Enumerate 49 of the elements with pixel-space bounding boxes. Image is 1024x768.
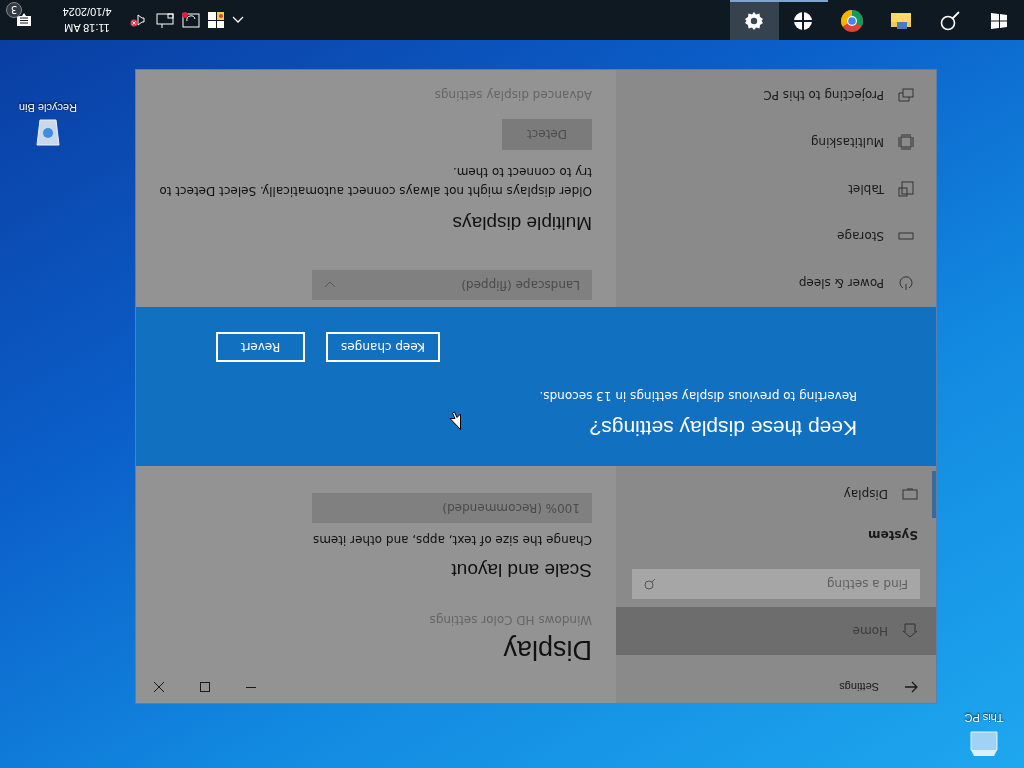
page-heading: Display: [502, 634, 592, 665]
sync-icon[interactable]: [182, 12, 200, 28]
muted-speaker-icon[interactable]: [130, 12, 148, 28]
home-icon: [902, 623, 918, 639]
folder-icon: [890, 12, 913, 30]
back-arrow-icon[interactable]: [904, 681, 918, 693]
nav-item[interactable]: Power & sleep: [616, 260, 936, 307]
notifications-icon[interactable]: [16, 12, 32, 28]
section-heading: Scale and layout: [450, 559, 592, 581]
description-text: Older displays might not always connect automatically. Select Detect to try to connect to them.: [158, 164, 592, 200]
clock[interactable]: 11:18 AM 4/10/2024: [48, 4, 126, 36]
search-icon: [644, 578, 656, 590]
security-icon[interactable]: [208, 12, 224, 28]
chrome-icon: [840, 9, 865, 33]
clock-time: 11:18 AM: [64, 21, 110, 36]
monitor-icon: [902, 488, 918, 501]
settings-icon: [744, 11, 765, 31]
nav-item[interactable]: Tablet: [616, 166, 936, 213]
description-text: Change the size of text, apps, and other items: [311, 533, 592, 547]
recycle-bin-icon[interactable]: [34, 118, 62, 148]
search-icon: [940, 11, 961, 31]
nav-item[interactable]: Multitasking: [616, 119, 936, 166]
drive-icon: [898, 232, 914, 241]
monitor-icon[interactable]: [156, 12, 174, 28]
section-heading: Multiple displays: [451, 212, 592, 234]
dialog-message: Reverting to previous display settings in 13 seconds.: [539, 389, 857, 403]
dialog-button[interactable]: Keep changes: [326, 332, 440, 362]
dialog-button[interactable]: Revert: [216, 332, 305, 362]
window-title: Settings: [839, 681, 879, 693]
power-icon: [898, 275, 914, 292]
desktop-icon-label[interactable]: This PC: [964, 712, 1004, 724]
windows-logo-icon: [991, 13, 1008, 29]
settings-taskbar-button[interactable]: [730, 0, 779, 40]
cursor-icon: [449, 411, 461, 430]
nav-item[interactable]: Display: [616, 471, 936, 518]
projecting-icon: [898, 88, 914, 103]
clock-date: 4/10/2024: [62, 5, 112, 20]
notification-badge: 3: [6, 2, 22, 18]
nav-item[interactable]: Storage: [616, 213, 936, 260]
desktop-icon-label[interactable]: Recycle Bin: [18, 102, 78, 114]
section-heading: System: [867, 527, 919, 544]
chevron-up-icon[interactable]: [232, 16, 244, 24]
search-field[interactable]: Find a setting: [632, 569, 920, 599]
multitasking-icon: [898, 134, 914, 151]
chevron-down-icon: [324, 281, 336, 289]
tablet-icon: [898, 181, 914, 198]
dialog-title: Keep these display settings?: [589, 416, 857, 440]
tiles-icon: [793, 11, 814, 31]
nav-item[interactable]: Projecting to this PC: [616, 72, 936, 119]
